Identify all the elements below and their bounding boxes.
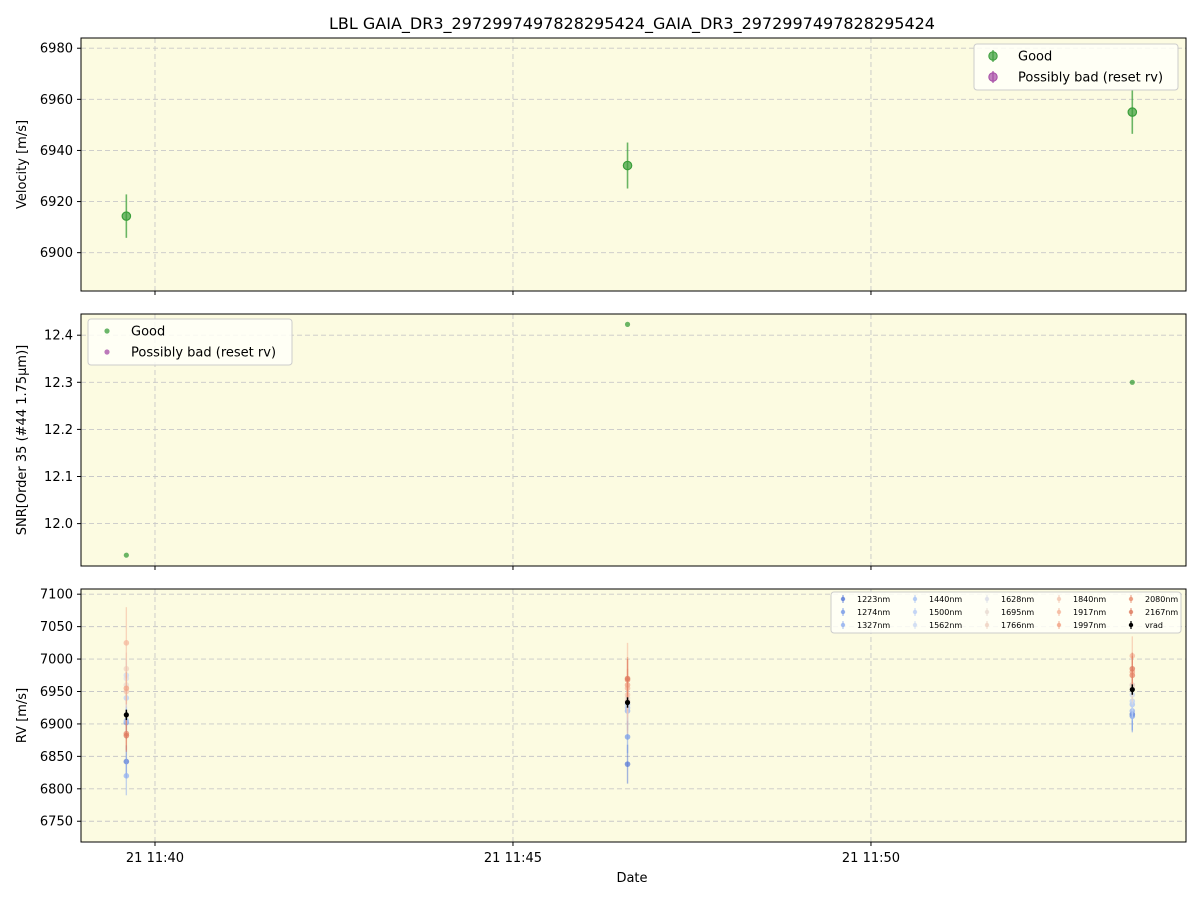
legend-marker — [1128, 609, 1134, 615]
legend-marker — [912, 596, 918, 602]
rv-panel: 6750 6800 6850 6900 6950 7000 7050 7100 21 11:40… — [15, 588, 1187, 866]
legend-marker — [1128, 622, 1134, 628]
velocity-point — [622, 160, 633, 171]
legend-label: 1274nm — [857, 608, 890, 617]
y-tick-label: 7050 — [40, 620, 73, 635]
y-tick-label: 6800 — [40, 782, 73, 797]
legend-marker — [840, 596, 846, 602]
legend-label: Good — [1018, 50, 1052, 65]
rv-point — [123, 773, 130, 779]
snr-legend: Good Possibly bad (reset rv) — [87, 318, 293, 366]
y-tick-label: 7000 — [40, 653, 73, 668]
y-tick-label: 7100 — [40, 588, 73, 603]
y-tick-label: 6750 — [40, 815, 73, 830]
legend-marker — [1128, 596, 1134, 602]
legend-label: 1997nm — [1073, 621, 1106, 630]
x-tick-label: 21 11:50 — [842, 851, 900, 866]
chart-title: LBL GAIA_DR3_2972997497828295424_GAIA_DR… — [329, 14, 935, 34]
rv-point — [123, 640, 130, 646]
y-tick-label: 6850 — [40, 750, 73, 765]
y-tick-label: 6980 — [40, 42, 73, 57]
legend-marker — [104, 328, 110, 334]
y-tick-label: 6960 — [40, 93, 73, 108]
y-tick-label: 12.4 — [44, 329, 73, 344]
legend-marker — [1056, 609, 1062, 615]
legend-marker — [840, 609, 846, 615]
y-tick-label: 6900 — [40, 246, 73, 261]
rv-point — [1129, 686, 1135, 693]
x-tick-label: 21 11:45 — [484, 851, 542, 866]
snr-point — [123, 552, 129, 558]
rv-point — [123, 732, 130, 739]
legend-marker — [984, 622, 990, 628]
legend-marker — [988, 72, 998, 82]
legend-label: Good — [131, 325, 165, 340]
snr-point — [624, 321, 631, 327]
legend-label: 1327nm — [857, 621, 890, 630]
figure: LBL GAIA_DR3_2972997497828295424_GAIA_DR… — [15, 14, 1187, 886]
snr-panel: 12.0 12.1 12.2 12.3 12.4 SNR[Order 35 (#44 1.… — [15, 313, 1187, 570]
y-axis-label: Velocity [m/s] — [15, 120, 30, 209]
rv-point — [123, 685, 130, 692]
legend-label: 1766nm — [1001, 621, 1034, 630]
y-tick-label: 6920 — [40, 195, 73, 210]
velocity-point — [121, 211, 132, 221]
rv-point — [624, 699, 631, 706]
legend-label: 2080nm — [1145, 595, 1178, 604]
x-tick-label: 21 11:40 — [126, 851, 184, 866]
y-axis-label: SNR[Order 35 (#44 1.75μm)] — [15, 345, 30, 536]
legend-label: 1562nm — [929, 621, 962, 630]
legend-label: 1223nm — [857, 595, 890, 604]
legend-marker — [104, 349, 110, 355]
y-axis-label: RV [m/s] — [15, 688, 30, 743]
velocity-point — [1127, 107, 1138, 117]
rv-point — [123, 712, 129, 718]
legend-marker — [1056, 596, 1062, 602]
y-tick-label: 12.2 — [44, 423, 73, 438]
legend-label: 1500nm — [929, 608, 962, 617]
legend-label: 1440nm — [929, 595, 962, 604]
legend-label: 1840nm — [1073, 595, 1106, 604]
snr-point — [1129, 379, 1135, 385]
legend-label: 2167nm — [1145, 608, 1178, 617]
legend-marker — [988, 51, 998, 61]
legend-label: vrad — [1145, 621, 1163, 630]
legend-marker — [984, 609, 990, 615]
x-axis-label: Date — [616, 871, 647, 886]
legend-label: 1695nm — [1001, 608, 1034, 617]
legend-marker — [912, 622, 918, 628]
rv-point — [1129, 665, 1136, 672]
rv-point — [624, 734, 631, 740]
y-tick-label: 12.3 — [44, 376, 73, 391]
y-tick-label: 6900 — [40, 717, 73, 732]
y-tick-label: 6940 — [40, 144, 73, 159]
legend-marker — [840, 622, 846, 628]
y-tick-label: 12.1 — [44, 470, 73, 485]
legend-label: 1628nm — [1001, 595, 1034, 604]
legend-label: Possibly bad (reset rv) — [1018, 71, 1163, 86]
rv-point — [624, 761, 631, 767]
legend-marker — [984, 596, 990, 602]
legend-label: Possibly bad (reset rv) — [131, 346, 276, 361]
legend-marker — [1056, 622, 1062, 628]
velocity-legend: Good Possibly bad (reset rv) — [973, 43, 1179, 91]
legend-marker — [912, 609, 918, 615]
y-tick-label: 6950 — [40, 685, 73, 700]
rv-legend: 1223nm 1274nm 1327nm 1440nm 1500nm 1562nm 1628… — [830, 591, 1182, 634]
y-tick-label: 12.0 — [44, 517, 73, 532]
legend-label: 1917nm — [1073, 608, 1106, 617]
rv-point — [624, 675, 631, 682]
velocity-panel: 6900 6920 6940 6960 6980 Velocity [m/s] Good Po… — [15, 37, 1187, 295]
